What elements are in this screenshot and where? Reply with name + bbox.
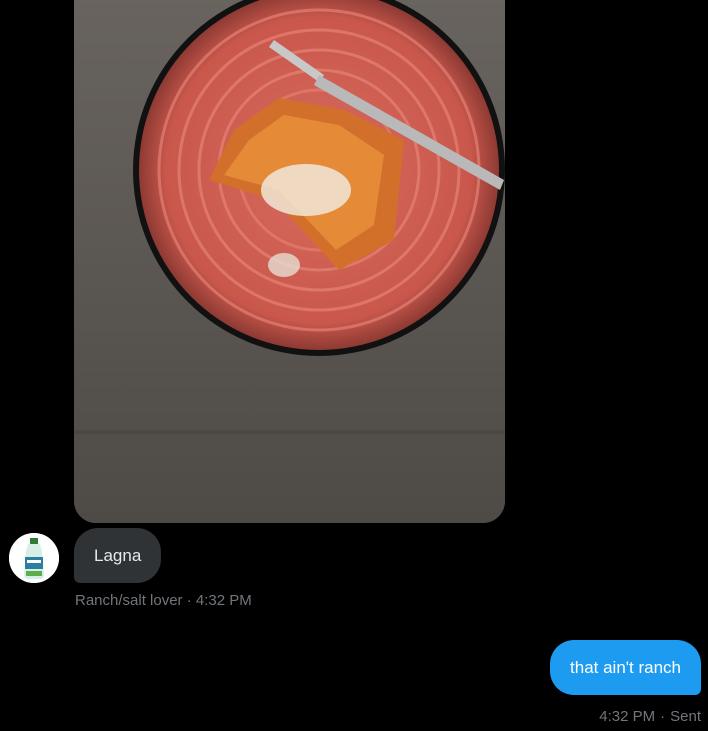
meta-separator: ·	[186, 592, 192, 609]
sender-avatar[interactable]	[9, 533, 59, 583]
received-message-text: Lagna	[94, 545, 142, 565]
sent-message-bubble[interactable]: that ain't ranch	[550, 640, 701, 695]
sent-message-meta: 4:32 PM · Sent	[599, 708, 701, 725]
received-message-meta: Ranch/salt lover · 4:32 PM	[75, 592, 252, 609]
sender-name: Ranch/salt lover	[75, 592, 183, 609]
sent-timestamp: 4:32 PM	[599, 708, 656, 725]
sent-status: Sent	[670, 708, 701, 725]
received-message-bubble[interactable]: Lagna	[74, 528, 162, 583]
message-photo[interactable]	[74, 0, 505, 523]
received-timestamp: 4:32 PM	[195, 592, 252, 609]
ranch-bottle-icon	[9, 533, 59, 583]
dm-conversation: Lagna Ranch/salt lover · 4:32 PM that ai…	[0, 0, 708, 731]
meta-separator: ·	[660, 708, 666, 725]
lasagna-photo	[74, 0, 505, 523]
sent-message-text: that ain't ranch	[570, 657, 681, 677]
